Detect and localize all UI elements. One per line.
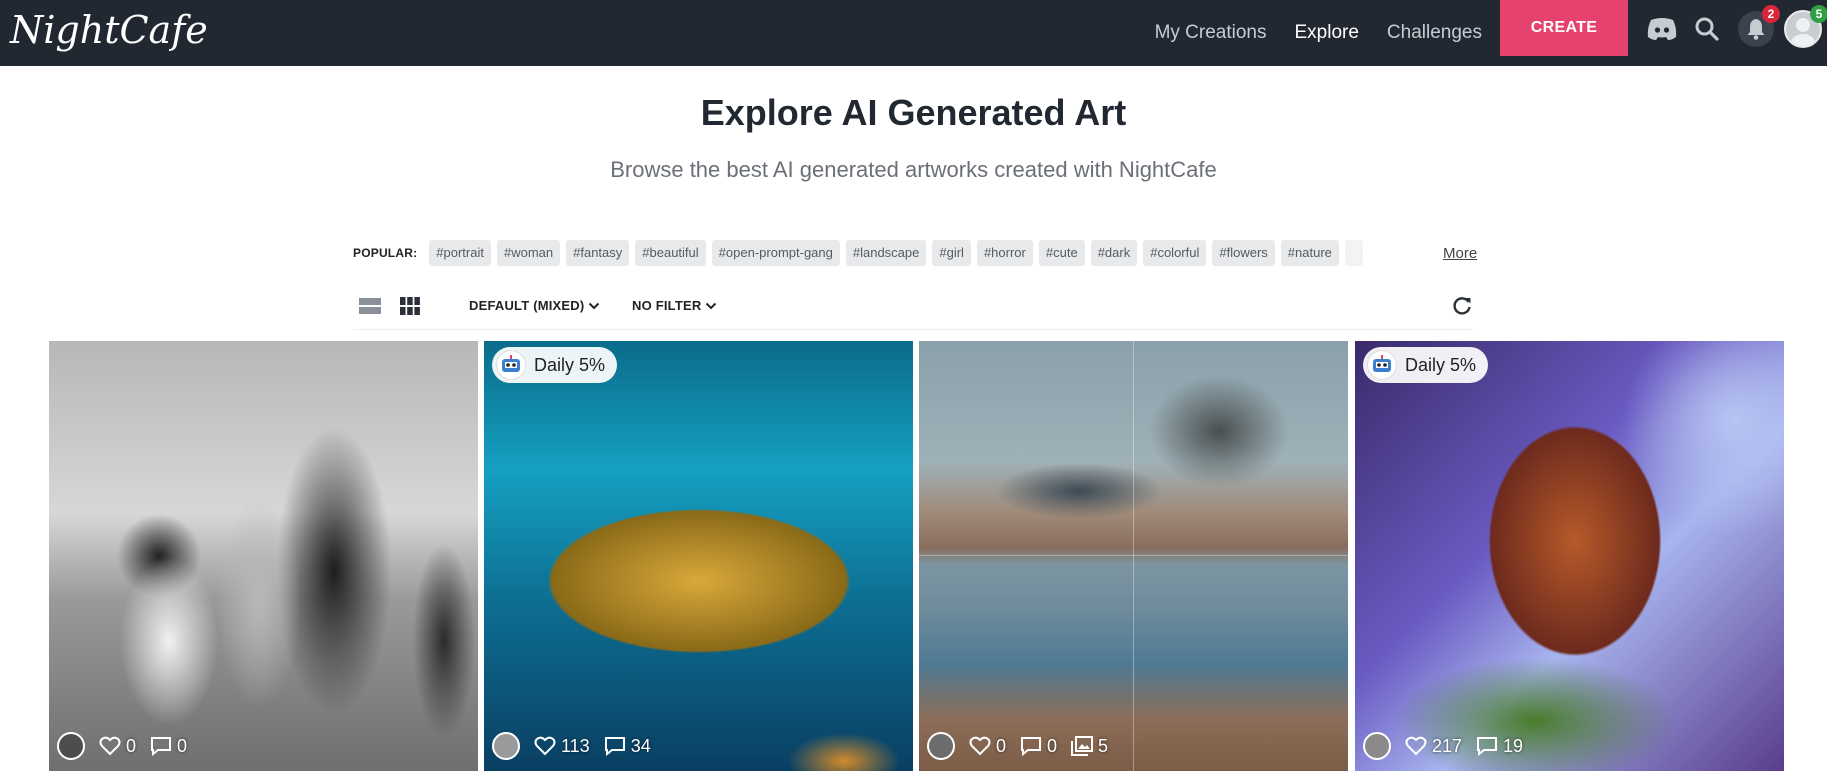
likes-stat[interactable]: 113 bbox=[534, 736, 590, 757]
tag-dark[interactable]: #dark bbox=[1090, 240, 1138, 266]
likes-stat[interactable]: 217 bbox=[1405, 736, 1462, 757]
images-stat[interactable]: 5 bbox=[1071, 736, 1108, 757]
artwork-stats: 0 0 bbox=[57, 731, 187, 761]
heart-icon bbox=[1405, 736, 1427, 756]
comments-stat[interactable]: 34 bbox=[604, 736, 651, 757]
profile-count-badge: 5 bbox=[1810, 5, 1827, 23]
artwork-image[interactable] bbox=[1355, 341, 1784, 771]
heart-icon bbox=[99, 736, 121, 756]
artwork-stats: 113 34 bbox=[492, 731, 651, 761]
artwork-card[interactable]: 0 0 bbox=[49, 341, 478, 771]
artwork-card[interactable]: Daily 5% 217 19 bbox=[1355, 341, 1784, 771]
page-title: Explore AI Generated Art bbox=[700, 92, 1127, 133]
artwork-stats: 0 0 5 bbox=[927, 731, 1108, 761]
search-icon[interactable] bbox=[1690, 12, 1724, 46]
grid-view-icon[interactable] bbox=[396, 294, 424, 318]
artwork-card[interactable]: 0 0 5 bbox=[919, 341, 1348, 771]
filter-label: NO FILTER bbox=[632, 298, 702, 313]
main-nav: My Creations Explore Challenges bbox=[1155, 0, 1482, 66]
tag-nature[interactable]: #nature bbox=[1280, 240, 1339, 266]
tag-horror[interactable]: #horror bbox=[976, 240, 1033, 266]
comment-icon bbox=[151, 737, 172, 756]
nav-challenges[interactable]: Challenges bbox=[1387, 22, 1482, 44]
tag-girl[interactable]: #girl bbox=[932, 240, 971, 266]
creator-avatar[interactable] bbox=[1363, 732, 1391, 760]
tag-woman[interactable]: #woman bbox=[496, 240, 561, 266]
filter-dropdown[interactable]: NO FILTER bbox=[632, 298, 717, 313]
comments-stat[interactable]: 0 bbox=[150, 736, 187, 757]
likes-stat[interactable]: 0 bbox=[969, 736, 1006, 757]
comments-stat[interactable]: 19 bbox=[1476, 736, 1523, 757]
discord-icon[interactable] bbox=[1645, 12, 1679, 46]
tag-cute[interactable]: #cute bbox=[1038, 240, 1085, 266]
robot-icon bbox=[1367, 350, 1397, 380]
list-view-icon[interactable] bbox=[356, 294, 384, 318]
heart-icon bbox=[534, 736, 556, 756]
nav-my-creations[interactable]: My Creations bbox=[1155, 22, 1267, 44]
chevron-down-icon bbox=[589, 302, 600, 309]
artwork-stats: 217 19 bbox=[1363, 731, 1523, 761]
robot-icon bbox=[496, 350, 526, 380]
artwork-image[interactable] bbox=[49, 341, 478, 771]
more-tags-link[interactable]: More bbox=[1443, 245, 1477, 262]
tag-open-prompt-gang[interactable]: #open-prompt-gang bbox=[711, 240, 840, 266]
tag-portrait[interactable]: #portrait bbox=[429, 240, 491, 266]
sort-label: DEFAULT (MIXED) bbox=[469, 298, 585, 313]
sort-dropdown[interactable]: DEFAULT (MIXED) bbox=[469, 298, 600, 313]
tag-flowers[interactable]: #flowers bbox=[1212, 240, 1275, 266]
tag-beautiful[interactable]: #beautiful bbox=[635, 240, 706, 266]
daily-challenge-badge[interactable]: Daily 5% bbox=[1363, 347, 1489, 383]
create-button[interactable]: CREATE bbox=[1500, 0, 1628, 56]
popular-label: POPULAR: bbox=[353, 246, 418, 260]
comment-icon bbox=[604, 737, 625, 756]
images-icon bbox=[1071, 736, 1094, 756]
image-grid-divider bbox=[1133, 341, 1134, 771]
top-navbar: NightCafe My Creations Explore Challenge… bbox=[0, 0, 1827, 66]
artwork-card[interactable]: Daily 5% 113 34 bbox=[484, 341, 913, 771]
chevron-down-icon bbox=[706, 302, 717, 309]
tag-colorful[interactable]: #colorful bbox=[1143, 240, 1207, 266]
comments-stat[interactable]: 0 bbox=[1020, 736, 1057, 757]
feed-toolbar: DEFAULT (MIXED) NO FILTER bbox=[353, 290, 1473, 330]
artwork-grid: 0 0 Daily 5% 113 34 0 0 5 Daily 5% 217 1… bbox=[49, 341, 1785, 771]
likes-stat[interactable]: 0 bbox=[99, 736, 136, 757]
comment-icon bbox=[1021, 737, 1042, 756]
nightcafe-logo[interactable]: NightCafe bbox=[10, 8, 208, 52]
creator-avatar[interactable] bbox=[57, 732, 85, 760]
page-subtitle: Browse the best AI generated artworks cr… bbox=[610, 157, 1217, 182]
tag-overflow-fade bbox=[1344, 240, 1363, 266]
creator-avatar[interactable] bbox=[927, 732, 955, 760]
artwork-image[interactable] bbox=[484, 341, 913, 771]
comment-icon bbox=[1477, 737, 1498, 756]
daily-challenge-badge[interactable]: Daily 5% bbox=[492, 347, 618, 383]
image-grid-divider bbox=[919, 555, 1348, 556]
popular-tags: POPULAR: #portrait #woman #fantasy #beau… bbox=[353, 240, 1363, 266]
creator-avatar[interactable] bbox=[492, 732, 520, 760]
heart-icon bbox=[969, 736, 991, 756]
notification-count-badge: 2 bbox=[1762, 5, 1780, 23]
nav-explore[interactable]: Explore bbox=[1295, 22, 1359, 44]
tag-landscape[interactable]: #landscape bbox=[845, 240, 927, 266]
tag-fantasy[interactable]: #fantasy bbox=[566, 240, 630, 266]
refresh-icon[interactable] bbox=[1451, 295, 1475, 319]
